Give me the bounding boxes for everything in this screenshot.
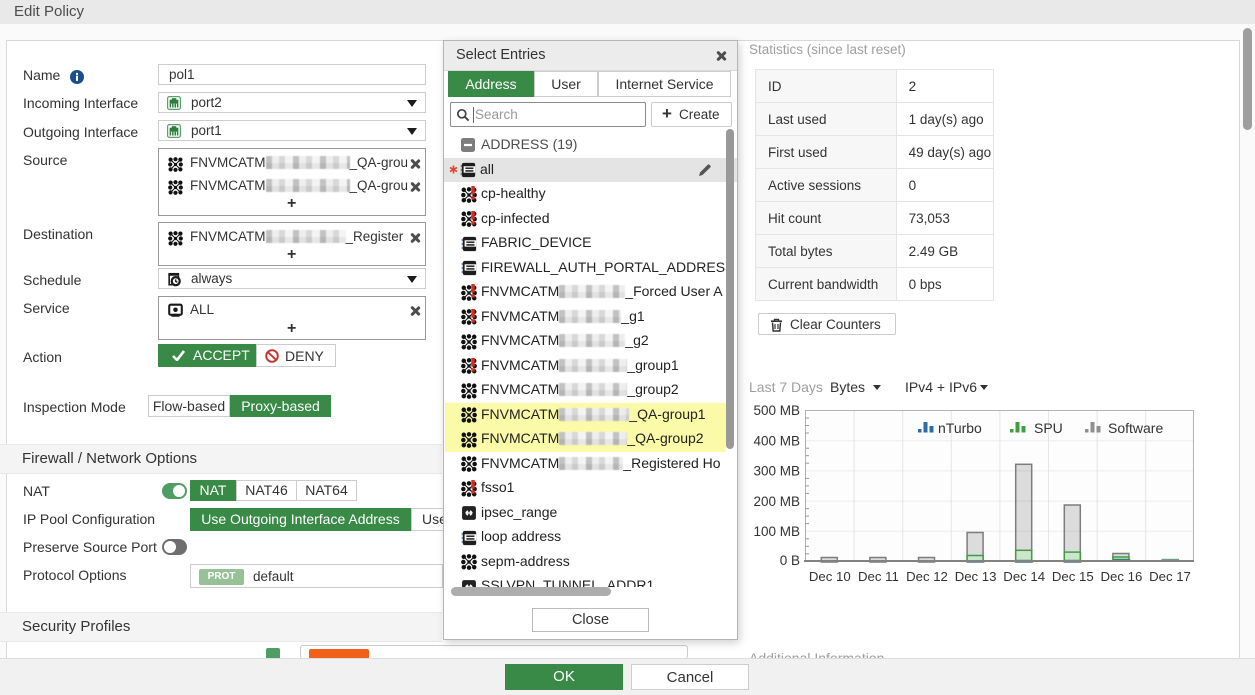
svg-text:500 MB: 500 MB [753,403,800,418]
svg-text:Dec 15: Dec 15 [1052,569,1094,584]
svg-text:Software: Software [1108,420,1163,436]
svg-text:100 MB: 100 MB [753,524,800,539]
svg-text:SPU: SPU [1034,420,1063,436]
svg-text:0 B: 0 B [780,553,800,568]
svg-text:Dec 14: Dec 14 [1003,569,1045,584]
svg-text:300 MB: 300 MB [753,464,800,479]
svg-text:200 MB: 200 MB [753,494,800,509]
svg-text:Dec 12: Dec 12 [906,569,948,584]
svg-text:Dec 10: Dec 10 [809,569,851,584]
svg-text:Dec 13: Dec 13 [955,569,997,584]
svg-text:Dec 11: Dec 11 [858,569,899,584]
svg-text:Dec 16: Dec 16 [1101,569,1143,584]
svg-text:Dec 17: Dec 17 [1149,569,1191,584]
svg-text:nTurbo: nTurbo [938,420,982,436]
svg-text:400 MB: 400 MB [753,434,800,449]
